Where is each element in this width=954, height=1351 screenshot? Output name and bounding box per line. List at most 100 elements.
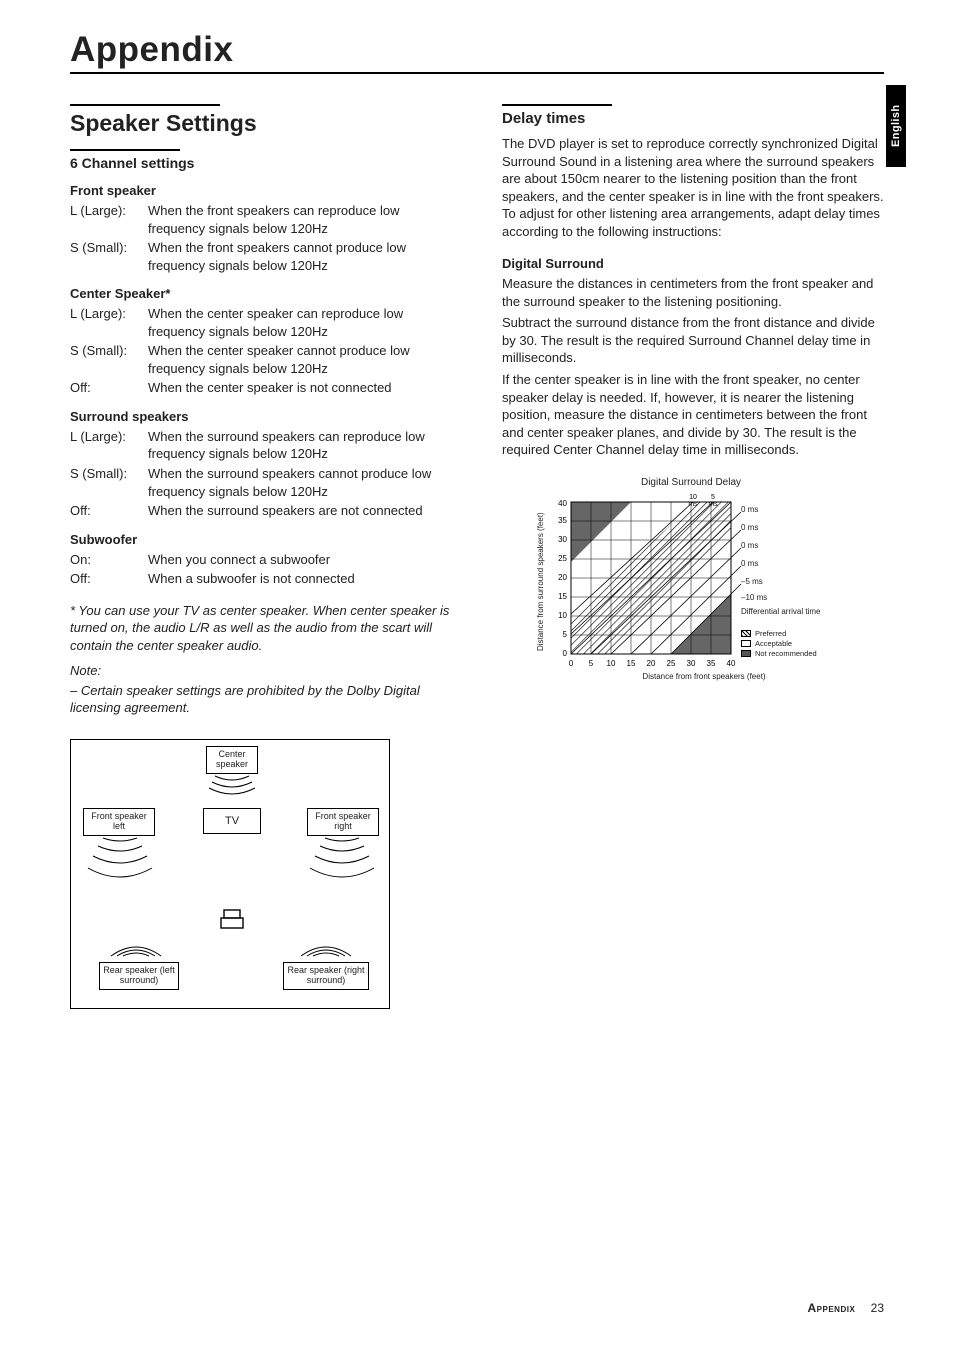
swatch-notrec-icon — [741, 650, 751, 657]
swatch-preferred-icon — [741, 630, 751, 637]
text: When the surround speakers can reproduce… — [148, 428, 452, 463]
svg-text:10: 10 — [607, 659, 616, 668]
rear-right-box: Rear speaker (right surround) — [283, 962, 369, 990]
label: S (Small): — [70, 465, 148, 500]
lab-0ms: 0 ms — [741, 506, 758, 514]
svg-text:20: 20 — [558, 573, 567, 582]
front-right-waves-icon — [307, 836, 377, 886]
section-rule — [70, 104, 220, 106]
speaker-layout-diagram: Center speaker Front speaker left TV Fro… — [70, 739, 390, 1009]
block-digital-surround: Digital Surround — [502, 256, 884, 271]
legend-preferred: Preferred — [755, 629, 786, 638]
label: Off: — [70, 570, 148, 588]
legend-notrec: Not recommended — [755, 649, 817, 658]
delay-intro: The DVD player is set to reproduce corre… — [502, 135, 884, 240]
svg-text:35: 35 — [558, 516, 567, 525]
lab-0ms: 0 ms — [741, 560, 758, 568]
swatch-acceptable-icon — [741, 640, 751, 647]
svg-text:15: 15 — [627, 659, 636, 668]
subsection-6-channel: 6 Channel settings — [70, 155, 452, 171]
center-off-row: Off: When the center speaker is not conn… — [70, 379, 452, 397]
front-left-waves-icon — [85, 836, 155, 886]
right-column: Delay times The DVD player is set to rep… — [502, 104, 884, 1009]
appendix-heading: Appendix — [70, 30, 884, 70]
ds-p1: Measure the distances in centimeters fro… — [502, 275, 884, 310]
front-right-box: Front speaker right — [307, 808, 379, 836]
lab-diff-arrival: Differential arrival time — [741, 608, 820, 616]
center-large-row: L (Large): When the center speaker can r… — [70, 305, 452, 340]
chart-title: Digital Surround Delay — [536, 477, 846, 488]
front-left-box: Front speaker left — [83, 808, 155, 836]
label: L (Large): — [70, 202, 148, 237]
appendix-rule — [70, 72, 884, 74]
svg-text:0: 0 — [569, 659, 574, 668]
section-title-delay-times: Delay times — [502, 110, 884, 127]
note-text: – Certain speaker settings are prohibite… — [70, 682, 452, 717]
section-rule — [502, 104, 612, 106]
text: When the center speaker cannot produce l… — [148, 342, 452, 377]
page-title: Appendix — [70, 30, 884, 74]
sub-off-row: Off: When a subwoofer is not connected — [70, 570, 452, 588]
svg-text:0: 0 — [563, 649, 568, 658]
rear-left-box: Rear speaker (left surround) — [99, 962, 179, 990]
text: When the surround speakers cannot produc… — [148, 465, 452, 500]
block-subwoofer: Subwoofer — [70, 532, 452, 547]
tv-box: TV — [203, 808, 261, 834]
page-footer: Appendix 23 — [808, 1301, 885, 1315]
text: When the surround speakers are not conne… — [148, 502, 452, 520]
label: Front speaker left — [91, 811, 147, 831]
block-front-speaker: Front speaker — [70, 183, 452, 198]
label: L (Large): — [70, 305, 148, 340]
svg-text:10: 10 — [689, 494, 697, 501]
legend-acceptable: Acceptable — [755, 639, 792, 648]
lab-0ms: 0 ms — [741, 524, 758, 532]
columns: Speaker Settings 6 Channel settings Fron… — [70, 104, 884, 1009]
svg-text:35: 35 — [707, 659, 716, 668]
text: When the front speakers can reproduce lo… — [148, 202, 452, 237]
label: Off: — [70, 379, 148, 397]
center-footnote: * You can use your TV as center speaker.… — [70, 602, 452, 655]
label: S (Small): — [70, 342, 148, 377]
text: When a subwoofer is not connected — [148, 570, 452, 588]
section-title-speaker-settings: Speaker Settings — [70, 110, 452, 137]
svg-text:ms: ms — [708, 501, 718, 508]
rear-left-waves-icon — [109, 928, 163, 960]
label: On: — [70, 551, 148, 569]
listener-icon — [219, 908, 245, 937]
chart-legend: Preferred Acceptable Not recommended — [741, 628, 817, 658]
sub-on-row: On: When you connect a subwoofer — [70, 551, 452, 569]
rear-right-waves-icon — [299, 928, 353, 960]
text: When the front speakers cannot produce l… — [148, 239, 452, 274]
label: TV — [225, 815, 239, 827]
text: When the center speaker can reproduce lo… — [148, 305, 452, 340]
center-small-row: S (Small): When the center speaker canno… — [70, 342, 452, 377]
chart-xlabel: Distance from front speakers (feet) — [562, 672, 846, 681]
svg-text:30: 30 — [558, 535, 567, 544]
svg-text:25: 25 — [558, 554, 567, 563]
note-label: Note: — [70, 662, 452, 680]
front-small-row: S (Small): When the front speakers canno… — [70, 239, 452, 274]
svg-text:5: 5 — [589, 659, 594, 668]
label: Rear speaker (left surround) — [103, 965, 175, 985]
front-large-row: L (Large): When the front speakers can r… — [70, 202, 452, 237]
text: When you connect a subwoofer — [148, 551, 452, 569]
center-speaker-box: Center speaker — [206, 746, 258, 774]
block-center-speaker: Center Speaker* — [70, 286, 452, 301]
ds-p2: Subtract the surround distance from the … — [502, 314, 884, 367]
chart-ylabel: Distance from surround speakers (feet) — [536, 494, 545, 670]
label: Rear speaker (right surround) — [287, 965, 364, 985]
svg-text:10: 10 — [558, 611, 567, 620]
svg-text:30: 30 — [687, 659, 696, 668]
subsection-rule — [70, 149, 180, 151]
surround-small-row: S (Small): When the surround speakers ca… — [70, 465, 452, 500]
label: Front speaker right — [315, 811, 371, 831]
svg-text:20: 20 — [647, 659, 656, 668]
lab-minus5: –5 ms — [741, 578, 763, 586]
svg-text:40: 40 — [558, 499, 567, 508]
block-surround-speakers: Surround speakers — [70, 409, 452, 424]
lab-minus10: –10 ms — [741, 594, 767, 602]
svg-text:ms: ms — [688, 501, 698, 508]
svg-text:40: 40 — [727, 659, 736, 668]
svg-text:25: 25 — [667, 659, 676, 668]
left-column: Speaker Settings 6 Channel settings Fron… — [70, 104, 452, 1009]
